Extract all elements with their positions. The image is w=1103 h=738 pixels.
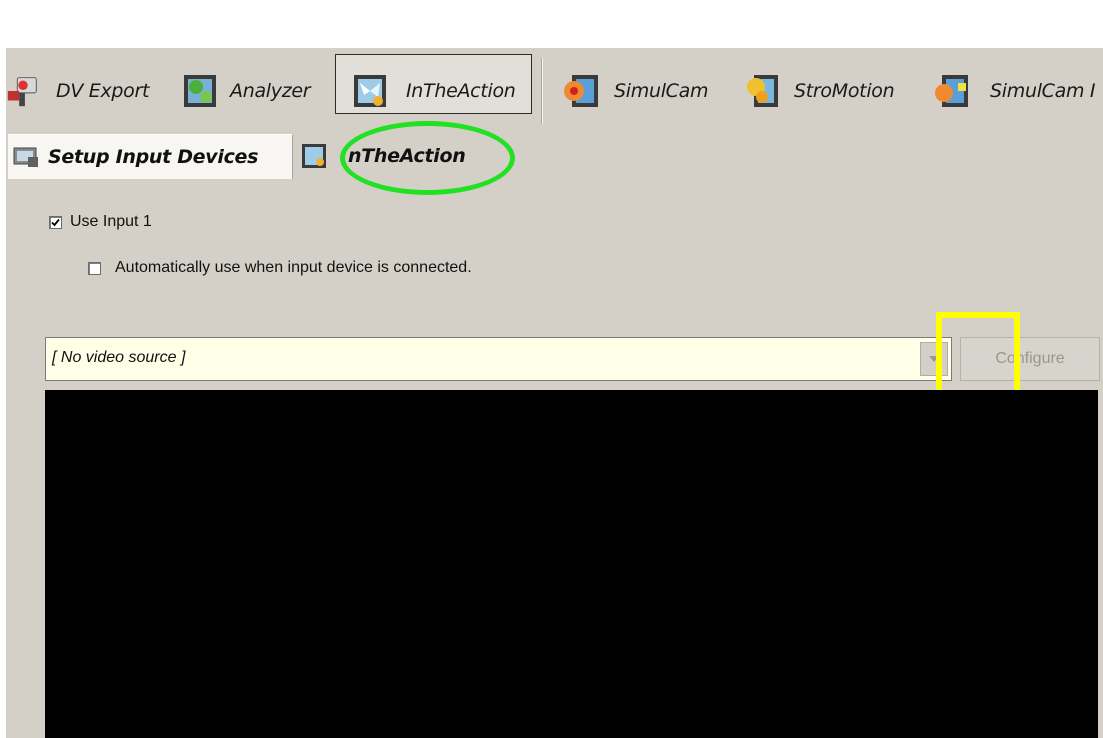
- toolbar-separator-highlight: [542, 58, 543, 124]
- title-area: [0, 0, 1103, 48]
- stromotion-icon: [747, 75, 778, 107]
- toolbar-item-intheaction[interactable]: InTheAction: [350, 66, 516, 116]
- toolbar-item-dv-export[interactable]: DV Export: [4, 66, 149, 116]
- highlight-ellipse: [340, 121, 515, 195]
- window-edge-right: [1098, 390, 1103, 738]
- simulcam-icon: [564, 75, 598, 107]
- toolbar-label-simulcam: SimulCam: [614, 80, 709, 102]
- toolbar-item-stromotion[interactable]: StroMotion: [742, 66, 895, 116]
- toolbar-label-intheaction: InTheAction: [406, 80, 516, 102]
- checkmark-icon: [51, 218, 60, 226]
- tab-setup-label: Setup Input Devices: [48, 146, 259, 168]
- toolbar-item-simulcam-2[interactable]: SimulCam I: [932, 66, 1096, 116]
- use-input-label: Use Input 1: [70, 213, 152, 230]
- toolbar-item-analyzer[interactable]: Analyzer: [180, 66, 311, 116]
- toolbar-label-stromotion: StroMotion: [794, 80, 895, 102]
- video-preview: [45, 390, 1098, 738]
- toolbar-label-analyzer: Analyzer: [230, 80, 311, 102]
- auto-use-checkbox[interactable]: [88, 261, 101, 275]
- highlight-rectangle: [936, 312, 1020, 396]
- simulcam-2-icon: [935, 75, 968, 107]
- auto-use-row[interactable]: Automatically use when input device is c…: [88, 259, 472, 277]
- input-devices-icon: [13, 147, 38, 167]
- video-source-select[interactable]: [ No video source ]: [45, 337, 952, 381]
- toolbar-item-simulcam[interactable]: SimulCam: [562, 66, 708, 116]
- auto-use-label: Automatically use when input device is c…: [115, 259, 472, 276]
- intheaction-small-icon: [302, 144, 326, 168]
- analyzer-icon: [184, 75, 216, 107]
- video-source-value: [ No video source ]: [52, 349, 186, 366]
- toolbar-label-simulcam-2: SimulCam I: [990, 80, 1096, 102]
- tab-setup-input-devices[interactable]: Setup Input Devices: [8, 134, 293, 179]
- window-edge: [0, 48, 6, 738]
- use-input-checkbox[interactable]: [49, 215, 62, 229]
- intheaction-icon: [354, 75, 386, 107]
- toolbar-label-dv-export: DV Export: [56, 80, 150, 102]
- use-input-row[interactable]: Use Input 1: [49, 213, 152, 231]
- dv-export-icon: [7, 77, 37, 107]
